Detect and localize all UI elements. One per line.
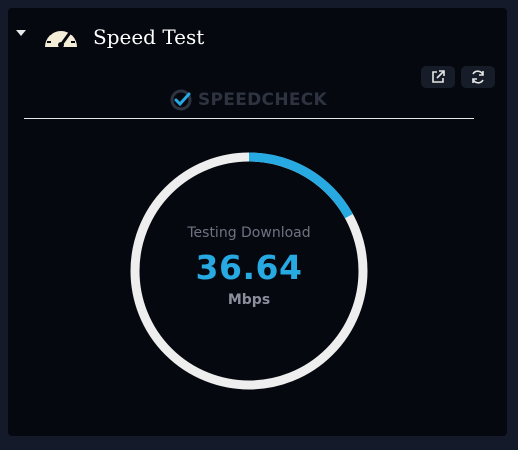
meter-status: Testing Download	[187, 225, 311, 241]
widget-title: Speed Test	[93, 25, 205, 49]
refresh-button[interactable]	[461, 66, 495, 88]
gauge-icon	[45, 26, 77, 48]
open-external-button[interactable]	[421, 66, 455, 88]
caret-down-icon[interactable]	[16, 30, 26, 36]
brand-name: SPEEDCHECK	[198, 90, 328, 110]
check-badge-icon	[170, 89, 192, 111]
speed-meter: Testing Download 36.64 Mbps	[126, 148, 372, 394]
external-link-icon	[432, 70, 445, 83]
refresh-icon	[472, 70, 484, 84]
speed-value: 36.64	[195, 248, 303, 287]
speed-test-widget: Speed Test SPEEDCHECK Testing Download 3…	[8, 8, 507, 436]
divider	[24, 118, 474, 119]
widget-header: Speed Test	[8, 8, 507, 88]
speed-unit: Mbps	[227, 292, 271, 308]
